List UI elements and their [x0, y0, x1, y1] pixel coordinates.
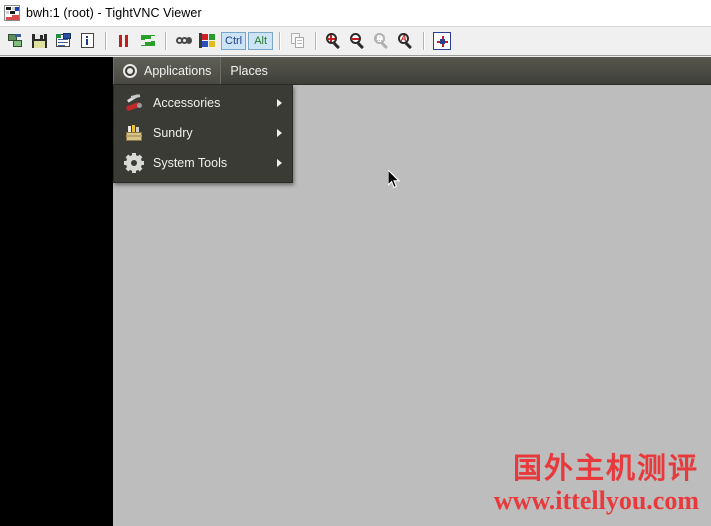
refresh-screen-button[interactable] — [137, 30, 159, 52]
pause-icon — [115, 32, 133, 50]
fullscreen-button[interactable] — [431, 30, 453, 52]
zoom-100-icon: 1:1 — [373, 32, 391, 50]
gear-icon — [124, 153, 144, 173]
submenu-arrow-icon — [277, 159, 282, 167]
toolbar-separator — [105, 32, 107, 50]
toolbar-separator — [279, 32, 281, 50]
menu-item-sundry-label: Sundry — [153, 126, 277, 140]
menu-item-system-tools-label: System Tools — [153, 156, 277, 170]
toolbar-separator — [315, 32, 317, 50]
menu-item-system-tools[interactable]: System Tools — [114, 148, 292, 178]
connection-options-button[interactable] — [53, 30, 75, 52]
panel-menu-places-label: Places — [230, 64, 268, 78]
ctrl-key-toggle[interactable]: Ctrl — [221, 32, 246, 50]
info-page-icon — [79, 32, 97, 50]
windows-key-icon — [199, 32, 217, 50]
applications-dropdown-menu: Accessories Sundry System Tools — [113, 85, 293, 183]
new-connection-button[interactable] — [5, 30, 27, 52]
panel-menu-applications-label: Applications — [144, 64, 211, 78]
options-window-icon — [55, 32, 73, 50]
zoom-out-button[interactable] — [347, 30, 369, 52]
menu-item-accessories-label: Accessories — [153, 96, 277, 110]
ctrl-alt-del-icon — [175, 32, 193, 50]
submenu-arrow-icon — [277, 129, 282, 137]
floppy-disk-icon — [31, 32, 49, 50]
zoom-auto-button[interactable]: A — [395, 30, 417, 52]
zoom-in-icon — [325, 32, 343, 50]
panel-menu-applications[interactable]: Applications — [113, 57, 221, 84]
pause-updates-button[interactable] — [113, 30, 135, 52]
menu-item-sundry[interactable]: Sundry — [114, 118, 292, 148]
toolbar-separator — [165, 32, 167, 50]
zoom-auto-icon: A — [397, 32, 415, 50]
submenu-arrow-icon — [277, 99, 282, 107]
save-connection-button[interactable] — [29, 30, 51, 52]
new-connection-icon — [7, 32, 25, 50]
zoom-in-button[interactable] — [323, 30, 345, 52]
panel-menu-places[interactable]: Places — [221, 57, 277, 84]
window-title: bwh:1 (root) - TightVNC Viewer — [26, 6, 202, 20]
window-title-bar: bwh:1 (root) - TightVNC Viewer — [0, 0, 711, 26]
swiss-knife-icon — [124, 93, 144, 113]
gnome-foot-icon — [123, 64, 137, 78]
tightvnc-icon — [4, 5, 20, 21]
fullscreen-icon — [433, 32, 451, 50]
remote-desktop-viewport[interactable]: 国外主机测评 www.ittellyou.com Applications Pl… — [0, 57, 711, 526]
viewer-toolbar: Ctrl Alt 1:1 A — [0, 26, 711, 56]
toolbar-separator — [423, 32, 425, 50]
tightvnc-viewer-window: bwh:1 (root) - TightVNC Viewer — [0, 0, 711, 526]
zoom-out-icon — [349, 32, 367, 50]
mouse-cursor — [388, 170, 400, 189]
alt-key-toggle[interactable]: Alt — [248, 32, 273, 50]
send-ctrl-alt-del-button[interactable] — [173, 30, 195, 52]
toolbox-icon — [124, 123, 144, 143]
transfer-clipboard-button[interactable] — [287, 30, 309, 52]
watermark: 国外主机测评 www.ittellyou.com — [494, 452, 699, 516]
connection-info-button[interactable] — [77, 30, 99, 52]
menu-item-accessories[interactable]: Accessories — [114, 88, 292, 118]
clipboard-copy-icon — [289, 32, 307, 50]
zoom-100-button[interactable]: 1:1 — [371, 30, 393, 52]
send-win-key-button[interactable] — [197, 30, 219, 52]
watermark-title: 国外主机测评 — [494, 452, 699, 485]
refresh-icon — [139, 32, 157, 50]
gnome-top-panel: Applications Places — [113, 57, 711, 85]
watermark-url: www.ittellyou.com — [494, 486, 699, 516]
